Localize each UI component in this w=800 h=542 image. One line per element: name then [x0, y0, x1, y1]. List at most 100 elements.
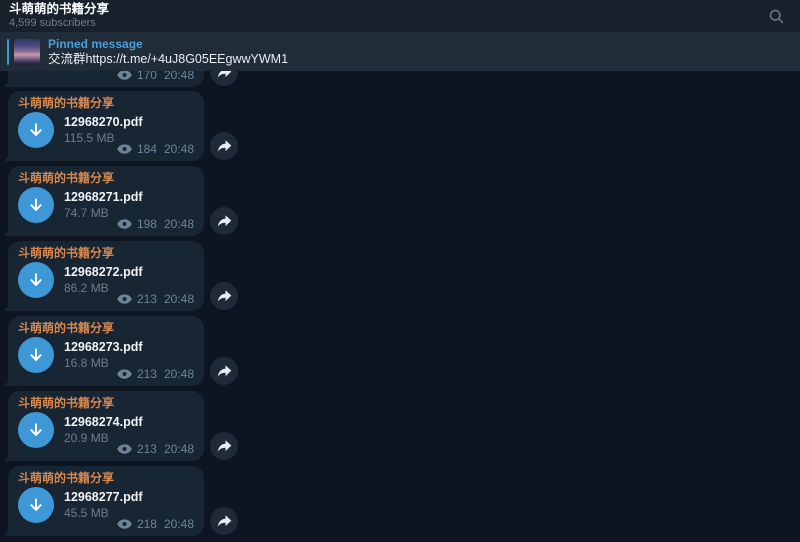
message-row: 斗萌萌的书籍分享 12968271.pdf 74.7 MB — [0, 166, 800, 236]
eye-icon — [117, 71, 132, 80]
sender-name[interactable]: 斗萌萌的书籍分享 — [18, 97, 114, 110]
share-arrow-icon — [217, 514, 232, 528]
bubble-tail — [4, 377, 12, 386]
pinned-texts: Pinned message 交流群https://t.me/+4uJ8G05E… — [48, 37, 288, 67]
share-arrow-icon — [217, 139, 232, 153]
chat-subscriber-count: 4,599 subscribers — [9, 17, 109, 29]
message-row: 斗萌萌的书籍分享 12968274.pdf 20.9 MB — [0, 391, 800, 461]
message-time: 20:48 — [164, 293, 194, 305]
message-meta: 218 20:48 — [117, 518, 194, 530]
bubble-tail — [4, 527, 12, 536]
bubble-tail — [4, 227, 12, 236]
download-icon — [27, 121, 45, 139]
forward-button[interactable] — [210, 132, 238, 160]
share-arrow-icon — [217, 214, 232, 228]
download-button[interactable] — [18, 262, 54, 298]
message-time: 20:48 — [164, 368, 194, 380]
pinned-message-bar[interactable]: Pinned message 交流群https://t.me/+4uJ8G05E… — [0, 32, 800, 71]
share-arrow-icon — [217, 439, 232, 453]
message-bubble[interactable]: 斗萌萌的书籍分享 12968274.pdf 20.9 MB — [8, 391, 204, 461]
download-icon — [27, 196, 45, 214]
file-info: 12968274.pdf 20.9 MB — [64, 416, 143, 445]
chat-title: 斗萌萌的书籍分享 — [9, 3, 109, 16]
eye-icon — [117, 144, 132, 154]
download-button[interactable] — [18, 487, 54, 523]
eye-icon — [117, 444, 132, 454]
file-info: 12968271.pdf 74.7 MB — [64, 191, 143, 220]
message-bubble[interactable]: 斗萌萌的书籍分享 12968277.pdf 45.5 MB — [8, 466, 204, 536]
message-bubble[interactable]: 斗萌萌的书籍分享 12968272.pdf 86.2 MB — [8, 241, 204, 311]
chat-header: 斗萌萌的书籍分享 4,599 subscribers — [0, 0, 800, 32]
message-row: 170 20:48 — [0, 71, 800, 87]
share-arrow-icon — [217, 364, 232, 378]
message-time: 20:48 — [164, 71, 194, 81]
view-count: 213 — [137, 443, 157, 455]
eye-icon — [117, 294, 132, 304]
bubble-tail — [4, 302, 12, 311]
view-count: 213 — [137, 293, 157, 305]
file-name[interactable]: 12968273.pdf — [64, 341, 143, 354]
download-button[interactable] — [18, 337, 54, 373]
forward-button[interactable] — [210, 507, 238, 535]
message-bubble[interactable]: 170 20:48 — [8, 71, 204, 87]
bubble-tail — [4, 78, 12, 87]
search-icon — [768, 8, 785, 25]
file-info: 12968277.pdf 45.5 MB — [64, 491, 143, 520]
forward-button[interactable] — [210, 207, 238, 235]
download-icon — [27, 346, 45, 364]
sender-name[interactable]: 斗萌萌的书籍分享 — [18, 472, 114, 485]
eye-icon — [117, 219, 132, 229]
bubble-tail — [4, 152, 12, 161]
message-time: 20:48 — [164, 218, 194, 230]
forward-button[interactable] — [210, 357, 238, 385]
file-info: 12968272.pdf 86.2 MB — [64, 266, 143, 295]
chat-header-info[interactable]: 斗萌萌的书籍分享 4,599 subscribers — [9, 3, 109, 29]
forward-button[interactable] — [210, 71, 238, 86]
forward-button[interactable] — [210, 282, 238, 310]
view-count: 198 — [137, 218, 157, 230]
message-bubble[interactable]: 斗萌萌的书籍分享 12968271.pdf 74.7 MB — [8, 166, 204, 236]
file-info: 12968270.pdf 115.5 MB — [64, 116, 143, 145]
sender-name[interactable]: 斗萌萌的书籍分享 — [18, 322, 114, 335]
share-arrow-icon — [217, 71, 232, 79]
view-count: 213 — [137, 368, 157, 380]
message-time: 20:48 — [164, 143, 194, 155]
forward-button[interactable] — [210, 432, 238, 460]
message-meta: 198 20:48 — [117, 218, 194, 230]
message-meta: 213 20:48 — [117, 293, 194, 305]
download-button[interactable] — [18, 187, 54, 223]
share-arrow-icon — [217, 289, 232, 303]
eye-icon — [117, 369, 132, 379]
file-name[interactable]: 12968271.pdf — [64, 191, 143, 204]
message-row: 斗萌萌的书籍分享 12968273.pdf 16.8 MB — [0, 316, 800, 386]
file-info: 12968273.pdf 16.8 MB — [64, 341, 143, 370]
pinned-accent-bar — [7, 39, 9, 65]
message-time: 20:48 — [164, 443, 194, 455]
message-meta: 184 20:48 — [117, 143, 194, 155]
message-row: 斗萌萌的书籍分享 12968272.pdf 86.2 MB — [0, 241, 800, 311]
message-bubble[interactable]: 斗萌萌的书籍分享 12968270.pdf 115.5 MB — [8, 91, 204, 161]
sender-name[interactable]: 斗萌萌的书籍分享 — [18, 397, 114, 410]
eye-icon — [117, 519, 132, 529]
view-count: 184 — [137, 143, 157, 155]
search-button[interactable] — [764, 4, 788, 28]
message-bubble[interactable]: 斗萌萌的书籍分享 12968273.pdf 16.8 MB — [8, 316, 204, 386]
sender-name[interactable]: 斗萌萌的书籍分享 — [18, 247, 114, 260]
file-name[interactable]: 12968270.pdf — [64, 116, 143, 129]
sender-name[interactable]: 斗萌萌的书籍分享 — [18, 172, 114, 185]
view-count: 218 — [137, 518, 157, 530]
download-icon — [27, 496, 45, 514]
message-list[interactable]: 170 20:48 斗萌萌的书籍分享 — [0, 71, 800, 542]
message-row: 斗萌萌的书籍分享 12968270.pdf 115.5 MB — [0, 91, 800, 161]
message-meta: 213 20:48 — [117, 368, 194, 380]
bubble-tail — [4, 452, 12, 461]
download-button[interactable] — [18, 112, 54, 148]
message-time: 20:48 — [164, 518, 194, 530]
pinned-message-text: 交流群https://t.me/+4uJ8G05EEgwwYWM1 — [48, 52, 288, 67]
download-button[interactable] — [18, 412, 54, 448]
pinned-label: Pinned message — [48, 37, 288, 51]
file-name[interactable]: 12968277.pdf — [64, 491, 143, 504]
file-name[interactable]: 12968272.pdf — [64, 266, 143, 279]
file-name[interactable]: 12968274.pdf — [64, 416, 143, 429]
pinned-thumbnail-image — [14, 39, 40, 65]
